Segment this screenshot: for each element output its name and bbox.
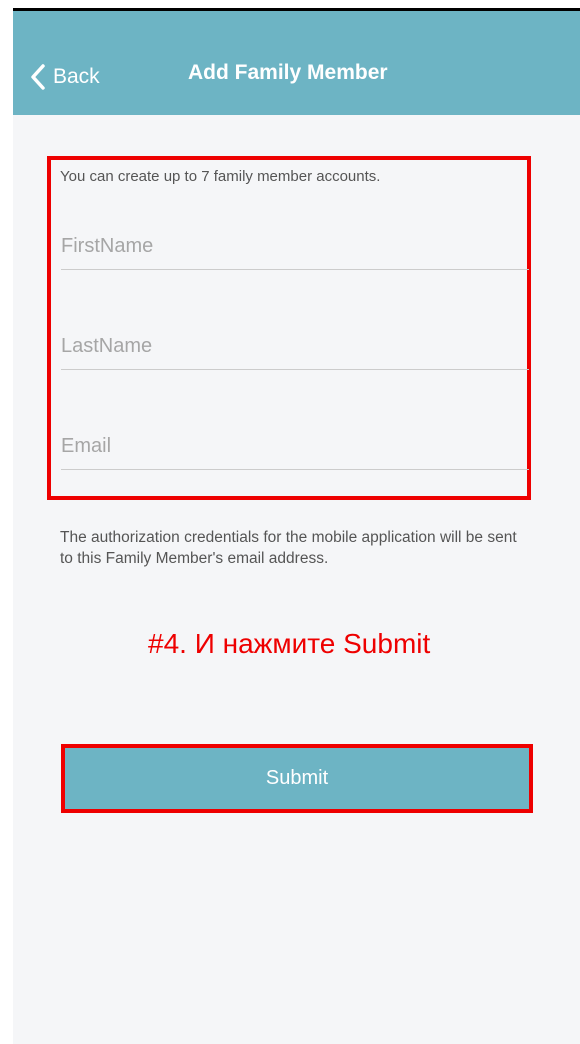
last-name-field[interactable] <box>61 330 529 370</box>
page-title: Add Family Member <box>188 61 388 84</box>
back-label: Back <box>53 65 100 88</box>
email-field[interactable] <box>61 430 529 470</box>
instruction-annotation: #4. И нажмите Submit <box>148 628 431 659</box>
back-button[interactable]: Back <box>29 59 100 95</box>
first-name-field[interactable] <box>61 230 529 270</box>
chevron-left-icon <box>31 64 45 90</box>
account-limit-info: You can create up to 7 family member acc… <box>60 168 381 185</box>
submit-button[interactable]: Submit <box>65 748 529 809</box>
credentials-note: The authorization credentials for the mo… <box>60 529 517 567</box>
nav-bar: Back Add Family Member <box>13 11 580 115</box>
